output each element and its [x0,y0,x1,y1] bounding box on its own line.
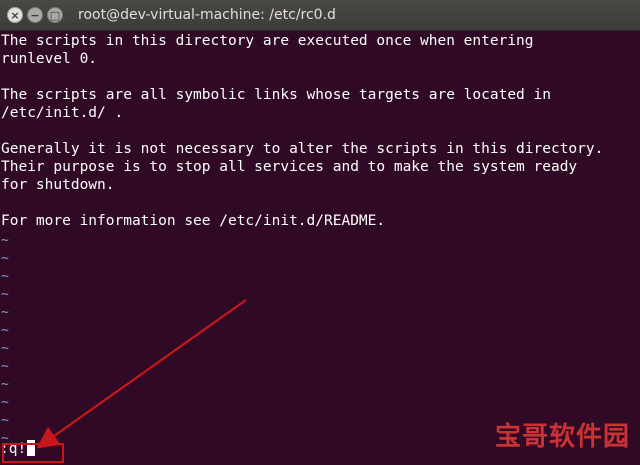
empty-line-tilde: ~ [1,377,9,392]
empty-line-tilde: ~ [1,413,9,428]
text-line: The scripts in this directory are execut… [1,33,534,49]
empty-line-tilde: ~ [1,269,9,284]
minimize-icon[interactable]: − [27,7,43,23]
titlebar[interactable]: × − □ root@dev-virtual-machine: /etc/rc0… [0,0,640,31]
close-icon[interactable]: × [7,7,23,23]
window-title: root@dev-virtual-machine: /etc/rc0.d [78,7,336,23]
empty-line-tilde: ~ [1,287,9,302]
text-line: The scripts are all symbolic links whose… [1,87,551,103]
empty-line-tilde: ~ [1,233,9,248]
text-line: Generally it is not necessary to alter t… [1,141,604,157]
empty-line-tilde: ~ [1,251,9,266]
text-line: Their purpose is to stop all services an… [1,159,578,175]
terminal-window: × − □ root@dev-virtual-machine: /etc/rc0… [0,0,640,465]
empty-line-tilde: ~ [1,359,9,374]
text-line: runlevel 0. [1,51,98,67]
terminal-content[interactable]: The scripts in this directory are execut… [0,31,640,465]
watermark-logo: 宝哥软件园 [494,422,630,452]
maximize-icon[interactable]: □ [47,7,63,23]
text-line: For more information see /etc/init.d/REA… [1,213,386,229]
annotation-highlight-box [2,443,64,463]
empty-line-tilde: ~ [1,323,9,338]
empty-line-tilde: ~ [1,305,9,320]
text-line: /etc/init.d/ . [1,105,124,121]
empty-line-tilde: ~ [1,395,9,410]
text-line: for shutdown. [1,177,115,193]
empty-line-tilde: ~ [1,341,9,356]
